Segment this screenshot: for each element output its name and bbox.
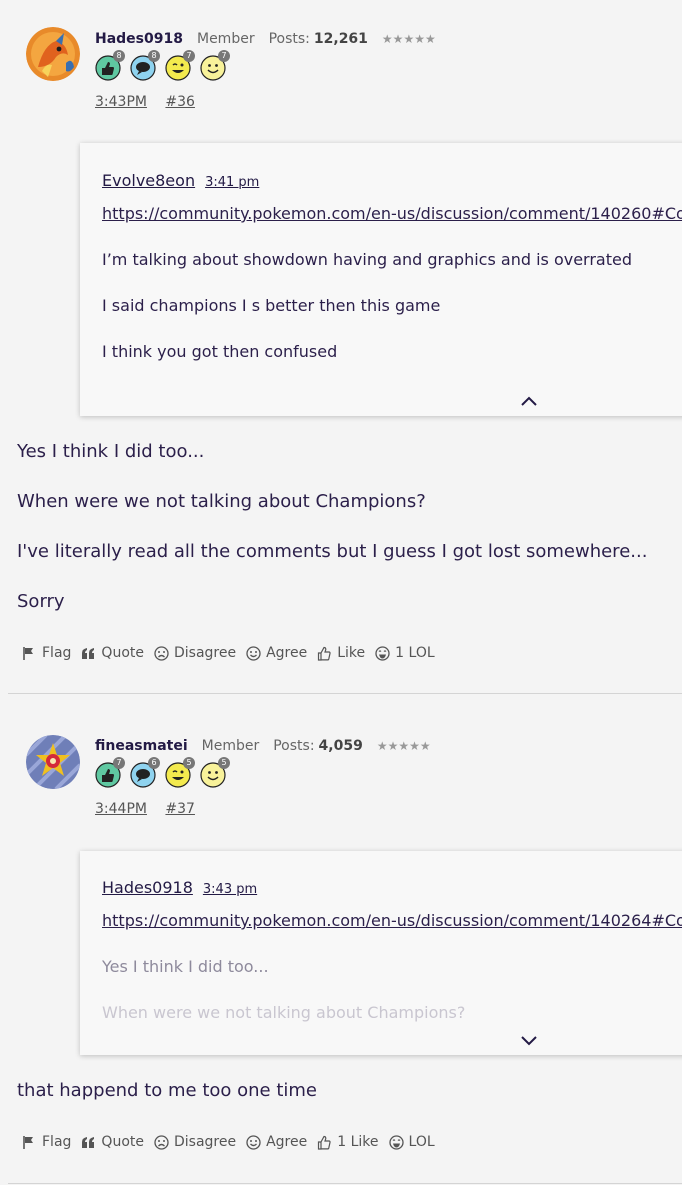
agree-label: Agree bbox=[266, 645, 308, 661]
badge-count: 7 bbox=[183, 50, 195, 62]
post-body-paragraph: I've literally read all the comments but… bbox=[17, 541, 648, 562]
post-permalink[interactable]: #36 bbox=[165, 94, 195, 110]
flag-button[interactable]: Flag bbox=[22, 1134, 71, 1150]
user-role: Member bbox=[196, 31, 255, 47]
lol-label: LOL bbox=[408, 1134, 435, 1150]
quote-block: Evolve8eon 3:41 pm https://community.pok… bbox=[80, 143, 682, 416]
quote-author[interactable]: Hades0918 bbox=[102, 878, 193, 897]
quote-icon bbox=[82, 1136, 95, 1148]
posts-label: Posts: bbox=[273, 738, 315, 754]
comment-post: fineasmatei Member Posts: 4,059 ★★★★★ 7 … bbox=[0, 700, 682, 1185]
posts-count: 4,059 bbox=[318, 738, 363, 754]
agree-button[interactable]: Agree bbox=[246, 1134, 307, 1150]
post-body-paragraph: Sorry bbox=[17, 591, 65, 612]
quote-icon bbox=[82, 647, 95, 659]
quote-paragraph: Yes I think I did too... bbox=[102, 957, 269, 976]
post-divider bbox=[8, 1183, 682, 1184]
username[interactable]: fineasmatei bbox=[95, 738, 188, 754]
laugh-icon bbox=[388, 1134, 404, 1150]
flag-button[interactable]: Flag bbox=[22, 645, 71, 661]
quote-paragraph: When were we not talking about Champions… bbox=[102, 1003, 466, 1022]
disagree-label: Disagree bbox=[173, 645, 237, 661]
avatar[interactable] bbox=[26, 27, 80, 81]
quote-label: Quote bbox=[101, 1134, 144, 1150]
smile-badge-icon[interactable]: 5 bbox=[200, 757, 230, 788]
like-button[interactable]: 1 Like bbox=[317, 1134, 379, 1150]
disagree-label: Disagree bbox=[173, 1134, 237, 1150]
lol-button[interactable]: LOL bbox=[388, 1134, 435, 1150]
post-body-paragraph: that happend to me too one time bbox=[17, 1080, 318, 1101]
flag-label: Flag bbox=[42, 1134, 72, 1150]
laugh-icon bbox=[375, 645, 390, 661]
like-label: Like bbox=[337, 645, 366, 661]
wink-badge-icon[interactable]: 7 bbox=[165, 50, 195, 81]
flag-icon bbox=[23, 1135, 33, 1149]
posts-count: 12,261 bbox=[313, 31, 368, 47]
badge-row: 8 8 7 7 bbox=[95, 50, 230, 81]
rank-stars: ★★★★★ bbox=[381, 32, 436, 46]
quote-source-link[interactable]: https://community.pokemon.com/en-us/disc… bbox=[102, 911, 682, 930]
badge-count: 6 bbox=[148, 757, 160, 769]
post-body-paragraph: When were we not talking about Champions… bbox=[17, 491, 426, 512]
quote-paragraph: I’m talking about showdown having and gr… bbox=[102, 250, 632, 269]
quote-block: Hades0918 3:43 pm https://community.poke… bbox=[80, 851, 682, 1055]
thumbs-up-badge-icon[interactable]: 7 bbox=[95, 757, 125, 788]
smile-icon bbox=[246, 645, 261, 661]
badge-count: 8 bbox=[113, 50, 125, 62]
rank-stars: ★★★★★ bbox=[376, 739, 431, 753]
comment-badge-icon[interactable]: 6 bbox=[130, 757, 160, 788]
post-divider bbox=[8, 693, 682, 694]
thumbs-up-icon bbox=[318, 646, 331, 661]
quote-paragraph: I said champions I s better then this ga… bbox=[102, 296, 441, 315]
chevron-down-icon[interactable] bbox=[520, 1034, 538, 1046]
disagree-button[interactable]: Disagree bbox=[154, 1134, 236, 1150]
comment-badge-icon[interactable]: 8 bbox=[130, 50, 160, 81]
reaction-bar: Flag Quote Disagree Agree Like 1 LOL bbox=[22, 645, 445, 661]
quote-author[interactable]: Evolve8eon bbox=[102, 171, 195, 190]
quote-paragraph: I think you got then confused bbox=[102, 342, 338, 361]
frown-icon bbox=[154, 1134, 169, 1150]
lol-button[interactable]: 1 LOL bbox=[375, 645, 435, 661]
like-label: 1 Like bbox=[337, 1134, 379, 1150]
flag-icon bbox=[23, 646, 33, 660]
badge-count: 5 bbox=[218, 757, 230, 769]
quote-time[interactable]: 3:43 pm bbox=[203, 882, 257, 897]
reaction-bar: Flag Quote Disagree Agree 1 Like LOL bbox=[22, 1134, 445, 1150]
disagree-button[interactable]: Disagree bbox=[154, 645, 236, 661]
badge-count: 5 bbox=[183, 757, 195, 769]
post-body-paragraph: Yes I think I did too... bbox=[17, 441, 205, 462]
quote-label: Quote bbox=[101, 645, 144, 661]
thumbs-up-icon bbox=[318, 1135, 331, 1150]
post-timestamp[interactable]: 3:43PM bbox=[95, 94, 147, 110]
flag-label: Flag bbox=[42, 645, 72, 661]
agree-button[interactable]: Agree bbox=[246, 645, 307, 661]
quote-button[interactable]: Quote bbox=[81, 1134, 144, 1150]
badge-count: 7 bbox=[113, 757, 125, 769]
agree-label: Agree bbox=[266, 1134, 308, 1150]
post-timestamp[interactable]: 3:44PM bbox=[95, 801, 147, 817]
username[interactable]: Hades0918 bbox=[95, 31, 183, 47]
badge-count: 8 bbox=[148, 50, 160, 62]
avatar[interactable] bbox=[26, 735, 80, 789]
quote-time[interactable]: 3:41 pm bbox=[205, 175, 259, 190]
user-role: Member bbox=[201, 738, 260, 754]
like-button[interactable]: Like bbox=[317, 645, 365, 661]
smile-icon bbox=[246, 1134, 261, 1150]
post-permalink[interactable]: #37 bbox=[165, 801, 195, 817]
quote-button[interactable]: Quote bbox=[81, 645, 144, 661]
quote-source-link[interactable]: https://community.pokemon.com/en-us/disc… bbox=[102, 204, 682, 223]
thumbs-up-badge-icon[interactable]: 8 bbox=[95, 50, 125, 81]
frown-icon bbox=[154, 645, 169, 661]
chevron-up-icon[interactable] bbox=[520, 395, 538, 407]
comment-post: Hades0918 Member Posts: 12,261 ★★★★★ 8 8… bbox=[0, 0, 682, 695]
badge-count: 7 bbox=[218, 50, 230, 62]
smile-badge-icon[interactable]: 7 bbox=[200, 50, 230, 81]
badge-row: 7 6 5 5 bbox=[95, 757, 230, 788]
wink-badge-icon[interactable]: 5 bbox=[165, 757, 195, 788]
posts-label: Posts: bbox=[268, 31, 310, 47]
lol-label: 1 LOL bbox=[395, 645, 435, 661]
